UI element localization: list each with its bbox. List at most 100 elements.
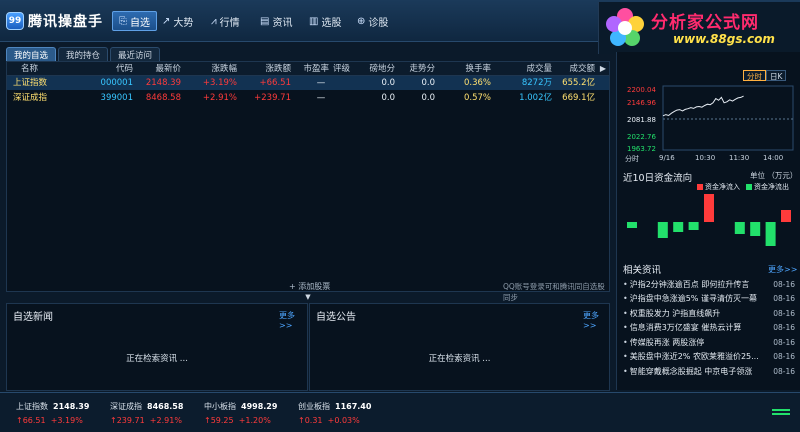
index-change-amount: ↑66.51 xyxy=(16,416,46,425)
nav-dashi[interactable]: ↗ 大势 xyxy=(156,11,199,31)
legend-outflow: 资金净流出 xyxy=(746,182,789,192)
stock-table: 名称 代码 最新价 涨跌幅 涨跌额 市盈率 评级 磅地分 走势分 换手率 成交量… xyxy=(6,61,610,302)
collapse-arrow-icon[interactable]: ▼ xyxy=(303,293,313,301)
col-price[interactable]: 最新价 xyxy=(141,62,181,76)
col-chg[interactable]: 涨跌额 xyxy=(251,62,291,76)
sync-login-link[interactable]: QQ账号登录可和腾讯同自选股同步 xyxy=(503,281,609,303)
nav-zixuan[interactable]: ⎘ 自选 xyxy=(112,11,157,31)
news-item[interactable]: • 沪指盘中急涨逾5% 谨寻清仿灭一幕 08-16 xyxy=(623,292,795,307)
status-index-gem[interactable]: 创业板指 1167.40 ↑0.31 +0.03% xyxy=(298,401,371,425)
news-item[interactable]: • 信息消费3万亿盛宴 催热云计算 08-16 xyxy=(623,321,795,336)
tab-intraday[interactable]: 分时 xyxy=(743,70,766,81)
status-index-sh[interactable]: 上证指数 2148.39 ↑66.51 +3.19% xyxy=(16,401,89,425)
stock-chg: +239.71 xyxy=(254,93,291,103)
fund-flow-title: 近10日资金流向 xyxy=(623,173,693,184)
col-pe[interactable]: 市盈率 xyxy=(295,62,329,76)
col-turnover[interactable]: 换手率 xyxy=(455,62,491,76)
index-name: 中小板指 xyxy=(204,402,236,411)
fund-flow-bar xyxy=(688,222,699,230)
diagnose-icon: ⊕ xyxy=(357,15,366,27)
index-change: ↑0.31 +0.03% xyxy=(298,416,371,425)
news-more-link[interactable]: 更多>> xyxy=(279,310,307,330)
news-item[interactable]: • 沪指2分钟涨逾百点 即何拉升传言 08-16 xyxy=(623,277,795,292)
app-logo: 99 腾讯操盘手 xyxy=(6,9,103,33)
index-change-pct: +1.20% xyxy=(238,416,271,425)
legend-outflow-label: 资金净流出 xyxy=(754,183,789,191)
fund-flow-bar xyxy=(765,222,776,246)
table-row[interactable]: 深证成指 399001 8468.58 +2.91% +239.71 — 0.0… xyxy=(7,91,609,105)
index-value: 2148.39 xyxy=(53,402,90,411)
index-change-pct: +2.91% xyxy=(149,416,182,425)
y-label: 2200.04 xyxy=(627,86,656,94)
fund-flow-bar xyxy=(627,222,637,228)
news-icon: ▤ xyxy=(260,15,270,27)
fund-flow-bar xyxy=(704,194,714,222)
x-label: 14:00 xyxy=(763,154,784,162)
y-label: 1963.72 xyxy=(627,145,656,153)
nav-xuangu[interactable]: ▥ 选股 xyxy=(303,11,347,31)
col-volume[interactable]: 成交量 xyxy=(512,62,552,76)
news-item[interactable]: • 权重股发力 沪指直线飙升 08-16 xyxy=(623,306,795,321)
news-item[interactable]: • 智能穿戴概念股掘起 中京电子领涨 08-16 xyxy=(623,364,795,379)
tab-my-watchlist[interactable]: 我的自选 xyxy=(6,47,57,61)
scroll-right-icon[interactable]: ▶ xyxy=(597,62,609,76)
col-pct[interactable]: 涨跌幅 xyxy=(197,62,237,76)
y-label: 2146.96 xyxy=(627,99,656,107)
stock-pe: — xyxy=(316,93,326,103)
stock-pct: +3.19% xyxy=(202,78,237,88)
flower-logo-icon xyxy=(606,8,644,46)
index-change: ↑239.71 +2.91% xyxy=(110,416,183,425)
tab-daily-k[interactable]: 日K xyxy=(766,70,787,81)
notice-more-link[interactable]: 更多>> xyxy=(583,310,609,330)
nav-label: 大势 xyxy=(173,17,194,29)
table-header: 名称 代码 最新价 涨跌幅 涨跌额 市盈率 评级 磅地分 走势分 换手率 成交量… xyxy=(7,62,609,76)
news-panel-title: 自选新闻 xyxy=(13,312,53,323)
tab-recent[interactable]: 最近访问 xyxy=(110,47,161,61)
col-amount[interactable]: 成交额 xyxy=(555,62,595,76)
news-date: 08-16 xyxy=(773,366,795,376)
related-news-more-link[interactable]: 更多>> xyxy=(768,264,797,275)
fund-flow-legend: 资金净流入 资金净流出 xyxy=(697,182,795,192)
stock-amount: 655.2亿 xyxy=(562,78,595,88)
watermark-url: www.88gs.com xyxy=(673,32,775,46)
news-text: 沪指2分钟涨逾百点 即何拉升传言 xyxy=(629,279,750,289)
index-change-pct: +0.03% xyxy=(327,416,360,425)
status-index-sme[interactable]: 中小板指 4998.29 ↑59.25 +1.20% xyxy=(204,401,277,425)
nav-label: 资讯 xyxy=(272,17,293,29)
fund-flow-bar xyxy=(734,222,745,234)
nav-zixun[interactable]: ▤ 资讯 xyxy=(254,11,298,31)
index-change: ↑59.25 +1.20% xyxy=(204,416,277,425)
chart-frame xyxy=(662,85,794,151)
watermark-logo: 分析家公式网 www.88gs.com xyxy=(598,2,800,54)
col-score1[interactable]: 磅地分 xyxy=(361,62,395,76)
news-item[interactable]: • 美股盘中涨近2% 农欧莱雅溢价25... 08-16 xyxy=(623,350,795,365)
bullet-icon: • xyxy=(623,323,628,333)
table-row[interactable]: 上证指数 000001 2148.39 +3.19% +66.51 — 0.0 … xyxy=(7,76,609,90)
nav-hangqing[interactable]: ⩘ 行情 xyxy=(205,11,246,31)
index-value: 1167.40 xyxy=(335,402,372,411)
add-stock-button[interactable]: + 添加股票 xyxy=(289,281,330,292)
news-text: 权重股发力 沪指直线飙升 xyxy=(629,308,721,318)
index-status-bar: 上证指数 2148.39 ↑66.51 +3.19% 深证成指 8468.58 ↑2… xyxy=(0,392,800,432)
fund-flow-bar xyxy=(673,222,684,232)
bullet-icon: • xyxy=(623,279,628,289)
col-code[interactable]: 代码 xyxy=(97,62,133,76)
fund-flow-bar xyxy=(657,222,668,238)
fund-flow-unit: 单位 （万元） xyxy=(750,171,798,180)
news-item[interactable]: • 传媒股再涨 两股涨停 08-16 xyxy=(623,335,795,350)
app-title: 腾讯操盘手 xyxy=(28,14,103,30)
trend-icon: ↗ xyxy=(162,15,171,27)
col-rating[interactable]: 评级 xyxy=(333,62,350,76)
stock-chg: +66.51 xyxy=(259,78,291,88)
index-change-amount: ↑59.25 xyxy=(204,416,234,425)
col-name[interactable]: 名称 xyxy=(21,62,38,76)
index-change: ↑66.51 +3.19% xyxy=(16,416,89,425)
stock-code: 000001 xyxy=(100,78,133,88)
status-index-sz[interactable]: 深证成指 8468.58 ↑239.71 +2.91% xyxy=(110,401,183,425)
notice-panel-title: 自选公告 xyxy=(316,312,356,323)
inflow-swatch xyxy=(697,184,703,190)
col-score2[interactable]: 走势分 xyxy=(401,62,435,76)
tab-my-positions[interactable]: 我的持仓 xyxy=(58,47,109,61)
stock-score2: 0.0 xyxy=(421,78,435,88)
nav-zhengu[interactable]: ⊕ 诊股 xyxy=(351,11,394,31)
